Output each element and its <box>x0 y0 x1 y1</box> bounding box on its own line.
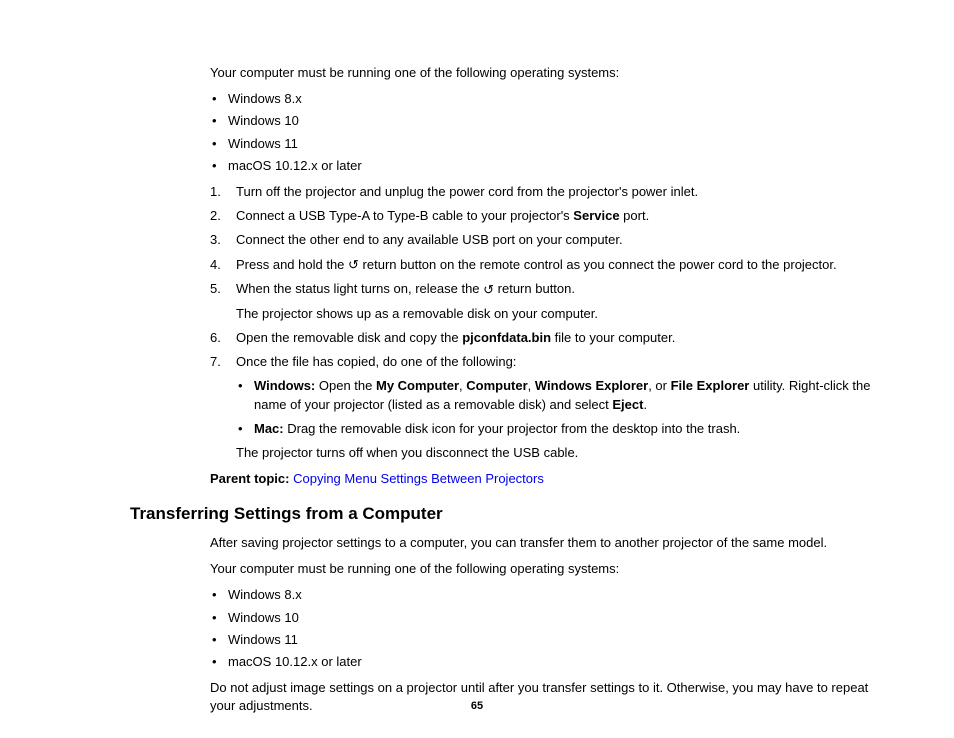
list-item: Windows 10 <box>210 112 884 130</box>
steps-list: Turn off the projector and unplug the po… <box>210 183 884 462</box>
list-item: macOS 10.12.x or later <box>210 653 884 671</box>
return-icon: ↺ <box>348 256 359 274</box>
list-item: Windows 11 <box>210 135 884 153</box>
return-icon: ↺ <box>483 281 494 299</box>
section2-p2: Your computer must be running one of the… <box>210 560 884 578</box>
step-1: Turn off the projector and unplug the po… <box>210 183 884 201</box>
text: port. <box>620 208 650 223</box>
text: file to your computer. <box>551 330 675 345</box>
text: When the status light turns on, release … <box>236 281 483 296</box>
parent-topic-label: Parent topic: <box>210 471 289 486</box>
list-item: Windows 11 <box>210 631 884 649</box>
text: Drag the removable disk icon for your pr… <box>284 421 741 436</box>
step-4: Press and hold the ↺ return button on th… <box>210 256 884 275</box>
step-2: Connect a USB Type-A to Type-B cable to … <box>210 207 884 225</box>
text-bold: Mac: <box>254 421 284 436</box>
text: . <box>643 397 647 412</box>
text: Open the <box>315 378 376 393</box>
os-list-1: Windows 8.x Windows 10 Windows 11 macOS … <box>210 90 884 175</box>
step-5: When the status light turns on, release … <box>210 280 884 323</box>
text: , <box>528 378 535 393</box>
step-7: Once the file has copied, do one of the … <box>210 353 884 462</box>
page-number: 65 <box>0 699 954 714</box>
text-bold: Eject <box>612 397 643 412</box>
section2-p1: After saving projector settings to a com… <box>210 534 884 552</box>
text: Press and hold the <box>236 257 348 272</box>
list-item: macOS 10.12.x or later <box>210 157 884 175</box>
document-page: Your computer must be running one of the… <box>0 0 954 738</box>
os-list-2: Windows 8.x Windows 10 Windows 11 macOS … <box>210 586 884 671</box>
content-block-1: Your computer must be running one of the… <box>210 64 884 488</box>
list-item: Windows 8.x <box>210 586 884 604</box>
intro-text: Your computer must be running one of the… <box>210 64 884 82</box>
text: Connect a USB Type-A to Type-B cable to … <box>236 208 573 223</box>
parent-topic-link[interactable]: Copying Menu Settings Between Projectors <box>293 471 544 486</box>
text-bold: File Explorer <box>671 378 750 393</box>
text: return button on the remote control as y… <box>359 257 837 272</box>
text-bold: Windows Explorer <box>535 378 648 393</box>
section-heading: Transferring Settings from a Computer <box>130 502 884 526</box>
text: return button. <box>494 281 575 296</box>
step-7-sublist: Windows: Open the My Computer, Computer,… <box>236 377 884 438</box>
sub-windows: Windows: Open the My Computer, Computer,… <box>236 377 884 413</box>
text: Open the removable disk and copy the <box>236 330 462 345</box>
step-5-note: The projector shows up as a removable di… <box>236 305 884 323</box>
list-item: Windows 10 <box>210 609 884 627</box>
step-6: Open the removable disk and copy the pjc… <box>210 329 884 347</box>
text-bold: Windows: <box>254 378 315 393</box>
sub-mac: Mac: Drag the removable disk icon for yo… <box>236 420 884 438</box>
content-block-2: After saving projector settings to a com… <box>210 534 884 716</box>
text-bold: Computer <box>466 378 527 393</box>
text-bold: My Computer <box>376 378 459 393</box>
list-item: Windows 8.x <box>210 90 884 108</box>
step-7-note: The projector turns off when you disconn… <box>236 444 884 462</box>
text-bold: pjconfdata.bin <box>462 330 551 345</box>
text-bold: Service <box>573 208 619 223</box>
step-3: Connect the other end to any available U… <box>210 231 884 249</box>
text: , or <box>648 378 670 393</box>
parent-topic: Parent topic: Copying Menu Settings Betw… <box>210 470 884 488</box>
text: Once the file has copied, do one of the … <box>236 354 516 369</box>
